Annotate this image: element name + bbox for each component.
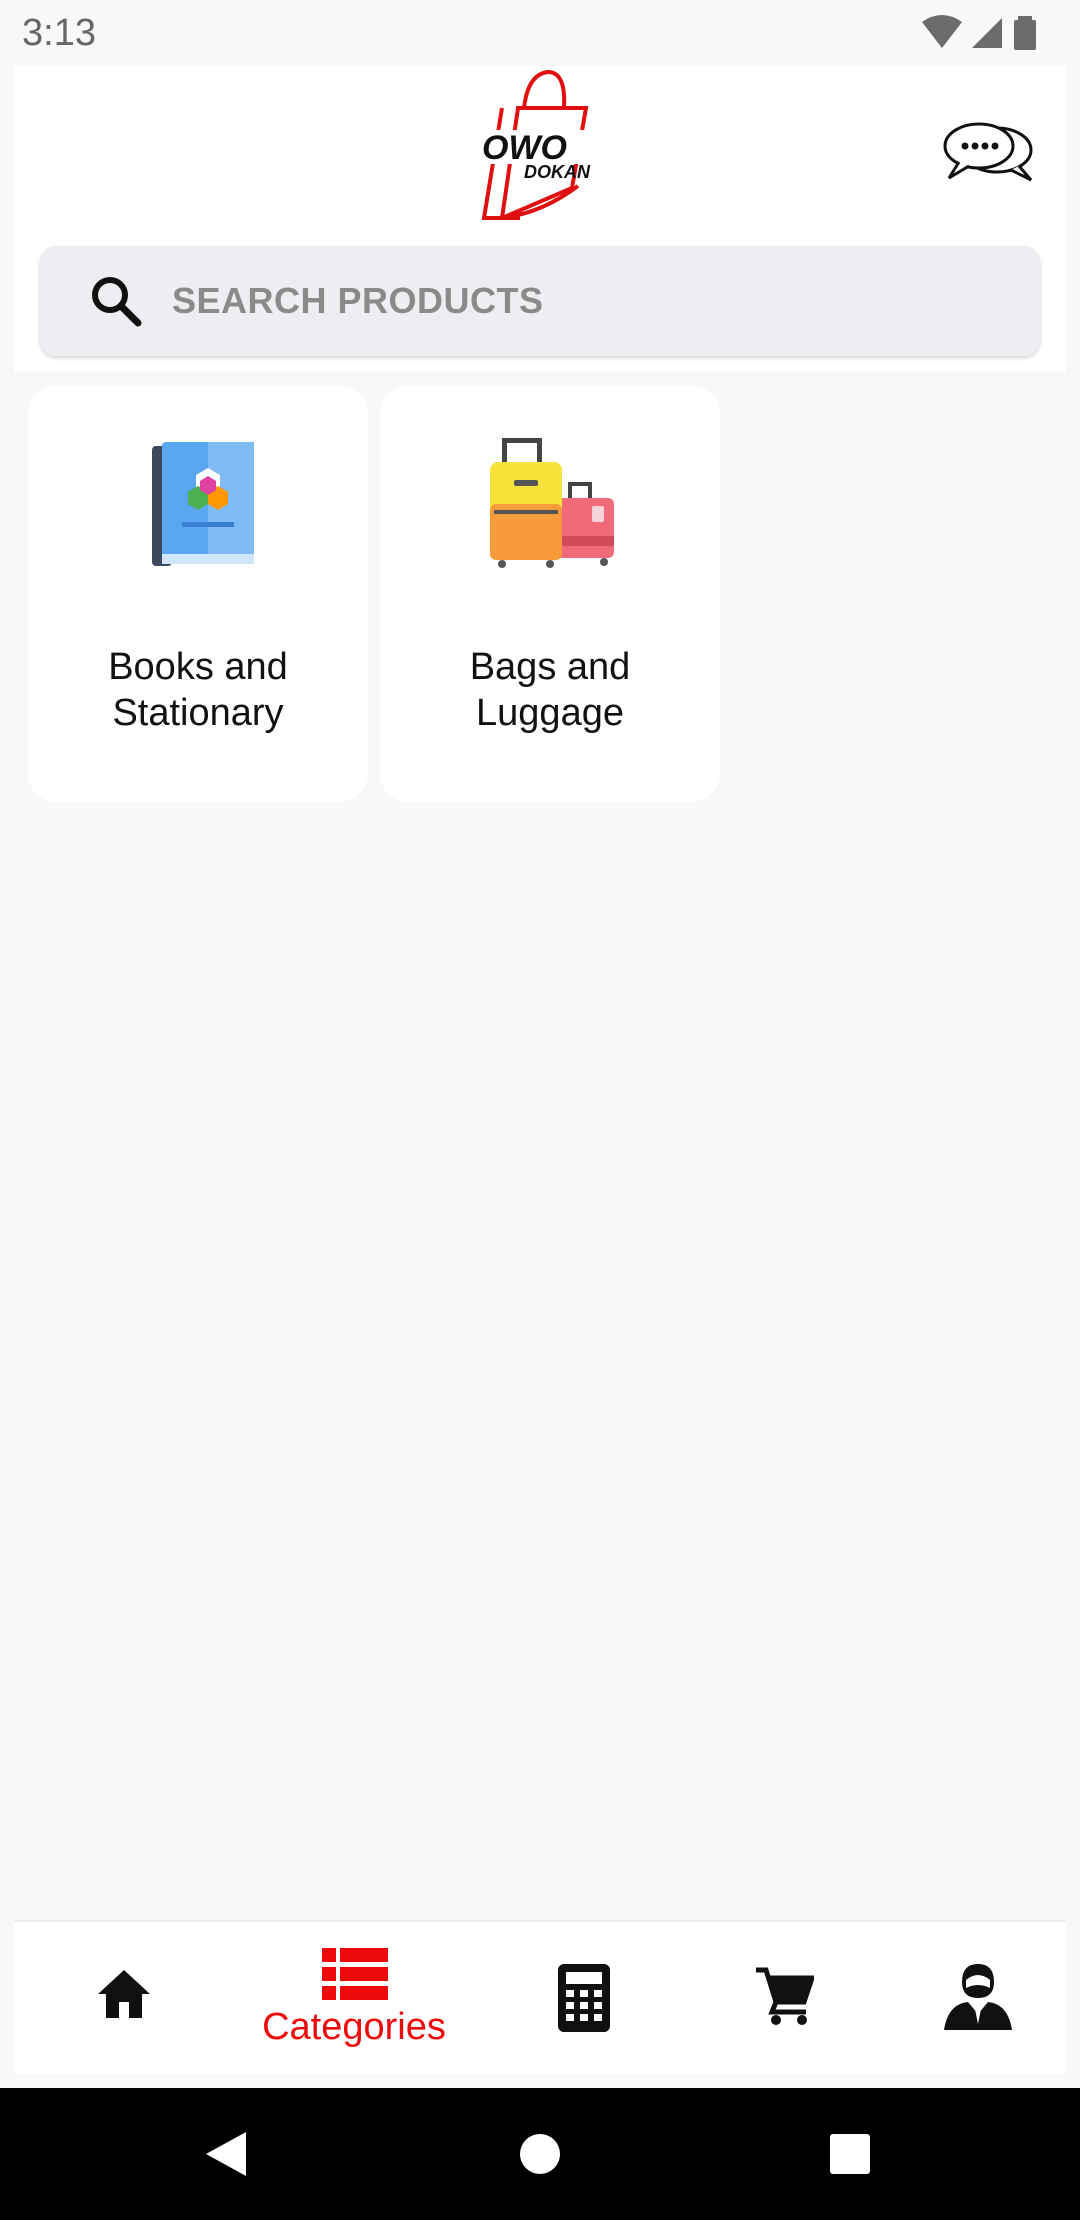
status-icons <box>922 15 1036 50</box>
screen: 3:13 OWO DOKAN SEARCH PRODUCTS Books and… <box>0 0 1080 2220</box>
header: OWO DOKAN <box>14 66 1066 372</box>
owo-dokan-logo[interactable]: OWO DOKAN <box>462 68 638 220</box>
nav-calculator[interactable] <box>514 1922 654 2076</box>
nav-cart[interactable] <box>704 1922 864 2076</box>
system-nav-bar <box>0 2088 1080 2220</box>
nav-home[interactable] <box>54 1922 194 2076</box>
nav-categories-label: Categories <box>262 2006 446 2048</box>
category-label: Bags and Luggage <box>469 646 631 734</box>
search-bar[interactable] <box>40 246 1040 356</box>
back-icon[interactable] <box>202 2130 250 2178</box>
luggage-icon <box>490 438 614 568</box>
battery-icon <box>1014 16 1036 50</box>
wifi-icon <box>922 15 962 48</box>
profile-icon <box>944 1964 1012 2030</box>
cell-signal-icon <box>972 18 1002 48</box>
search-icon <box>92 277 142 327</box>
recents-icon[interactable] <box>828 2132 872 2176</box>
logo-text-dokan: DOKAN <box>524 162 591 182</box>
chat-button[interactable] <box>934 110 1044 194</box>
chat-bubbles-icon <box>943 122 1033 182</box>
status-time: 3:13 <box>22 12 96 54</box>
calculator-icon <box>558 1964 610 2032</box>
status-bar: 3:13 <box>0 0 1080 66</box>
categories-list-icon <box>322 1948 388 2000</box>
category-card-books[interactable]: Books and Stationary <box>28 386 368 802</box>
home-icon <box>98 1970 150 2018</box>
search-input[interactable] <box>172 280 952 322</box>
nav-profile[interactable] <box>898 1922 1058 2076</box>
bottom-nav: Categories <box>14 1920 1066 2074</box>
category-card-bags[interactable]: Bags and Luggage <box>380 386 720 802</box>
home-circle-icon[interactable] <box>518 2132 562 2176</box>
book-icon <box>152 442 254 566</box>
nav-categories[interactable]: Categories <box>244 1922 464 2076</box>
cart-icon <box>756 1967 814 2025</box>
category-label: Books and Stationary <box>108 646 288 734</box>
